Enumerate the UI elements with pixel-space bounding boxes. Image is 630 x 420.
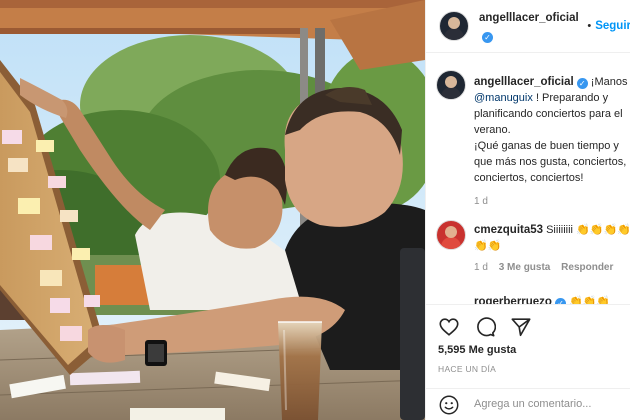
comment-username[interactable]: rogerberruezo xyxy=(474,296,552,304)
likes-count[interactable]: 5,595 Me gusta xyxy=(438,344,516,356)
comment-text: Siiiiiiii xyxy=(546,224,573,236)
comment-age: 1 d xyxy=(474,262,488,273)
comment-body: cmezquita53 Siiiiiiii 👏👏👏👏👏👏👏👏👏 1 d 3 Me… xyxy=(474,222,630,276)
comment-avatar[interactable] xyxy=(436,220,466,250)
add-comment-bar xyxy=(426,388,630,420)
comment-item: cmezquita53 Siiiiiiii 👏👏👏👏👏👏👏👏👏 1 d 3 Me… xyxy=(436,220,630,273)
reply-button[interactable]: Responder xyxy=(561,262,613,273)
emoji-icon[interactable] xyxy=(438,394,460,416)
verified-icon: ✓ xyxy=(576,78,588,89)
post-photo[interactable] xyxy=(0,0,425,420)
post-header: angelllacer_oficial ✓ • Seguir xyxy=(426,0,630,53)
author-username[interactable]: angelllacer_oficial ✓ xyxy=(479,8,583,44)
caption-line-1: angelllacer_oficial ✓ ¡Manos xyxy=(474,74,630,90)
comment-line: cmezquita53 Siiiiiiii 👏👏👏👏👏👏👏👏👏 xyxy=(474,222,630,254)
post-photo-image xyxy=(0,0,425,420)
caption-username[interactable]: angelllacer_oficial xyxy=(474,76,574,88)
caption-line-4: verano. xyxy=(474,124,511,136)
comment-icon[interactable] xyxy=(474,316,496,338)
separator-dot: • xyxy=(587,20,592,32)
comment-line: rogerberruezo ✓ 👏👏👏 xyxy=(474,294,630,304)
clap-emoji-icon: 👏👏👏 xyxy=(569,296,611,304)
post-caption: angelllacer_oficial ✓ ¡Manos @manuguix ! … xyxy=(436,70,630,207)
comment-username[interactable]: cmezquita53 xyxy=(474,224,543,236)
verified-icon: ✓ xyxy=(482,32,493,43)
caption-line-2: @manuguix ! Preparando y xyxy=(474,90,630,106)
post-time-ago: HACE UN DÍA xyxy=(438,364,497,374)
comment-meta: 1 d 3 Me gusta Responder xyxy=(474,260,630,276)
heart-icon[interactable] xyxy=(438,316,460,338)
caption-line-3: planificando conciertos para el xyxy=(474,108,623,120)
post-sidebar: angelllacer_oficial✓ • Seguir angelllace… xyxy=(425,0,630,420)
caption-line-6: que más nos gusta, conciertos, xyxy=(474,156,627,168)
comment-item: rogerberruezo ✓ 👏👏👏 xyxy=(436,294,630,304)
comment-likes[interactable]: 3 Me gusta xyxy=(499,262,551,273)
caption-fragment: ¡Manos xyxy=(590,76,628,88)
add-comment-input[interactable] xyxy=(472,397,630,411)
caption-line-5: ¡Qué ganas de buen tiempo y xyxy=(474,140,619,152)
post-actions xyxy=(438,316,532,338)
caption-mention[interactable]: @manuguix xyxy=(474,92,533,104)
author-avatar[interactable] xyxy=(439,11,469,41)
divider xyxy=(426,304,630,305)
caption-age: 1 d xyxy=(474,196,488,207)
caption-line-7: conciertos, conciertos! xyxy=(474,172,584,184)
caption-fragment: ! Preparando y xyxy=(535,92,609,104)
caption-text: angelllacer_oficial ✓ ¡Manos @manuguix ! … xyxy=(474,74,630,210)
caption-avatar[interactable] xyxy=(436,70,466,100)
follow-button[interactable]: Seguir xyxy=(595,20,630,32)
share-icon[interactable] xyxy=(510,316,532,338)
author-username-text[interactable]: angelllacer_oficial xyxy=(479,12,579,24)
